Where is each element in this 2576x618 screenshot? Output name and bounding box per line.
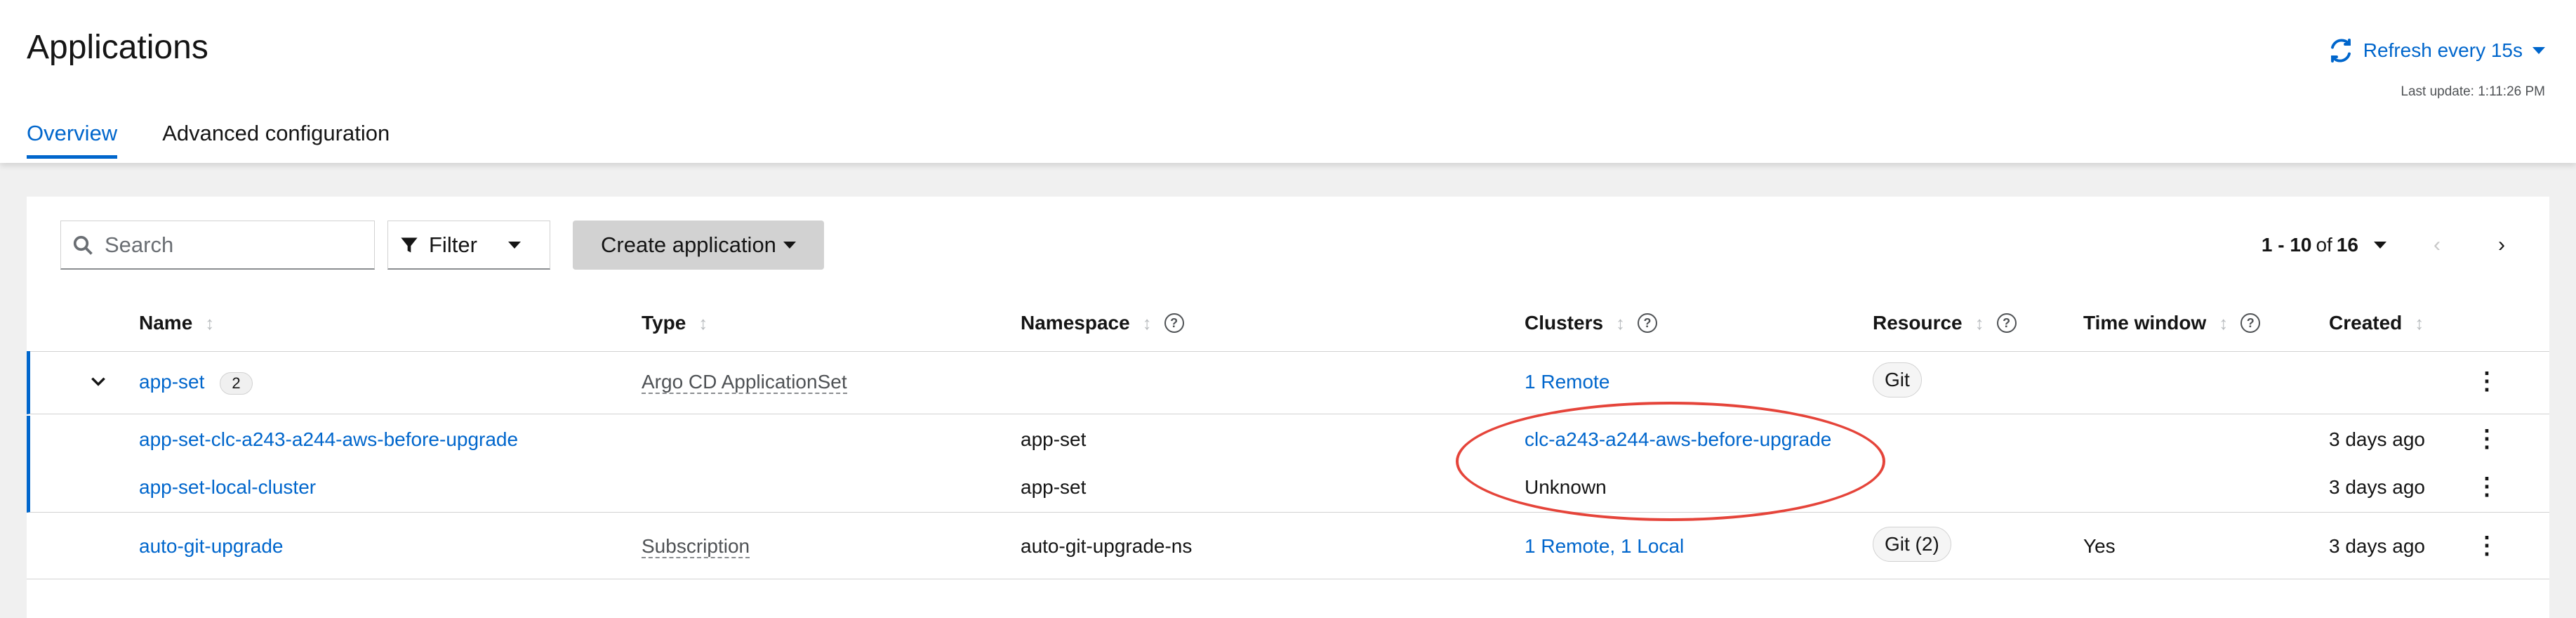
- resource-chip: Git: [1873, 362, 1922, 397]
- column-label: Clusters: [1525, 312, 1604, 334]
- tab-advanced-configuration[interactable]: Advanced configuration: [162, 121, 390, 159]
- clusters-status: Unknown: [1525, 476, 1607, 498]
- sort-icon: ↕: [1616, 312, 1626, 334]
- kebab-icon[interactable]: ⋮: [2475, 427, 2499, 451]
- created-time: 3 days ago: [2329, 535, 2425, 557]
- chevron-down-icon[interactable]: [89, 372, 107, 390]
- column-label: Type: [642, 312, 686, 334]
- column-header-namespace[interactable]: Namespace ↕?: [1021, 312, 1184, 334]
- column-header-resource[interactable]: Resource ↕?: [1873, 312, 2017, 334]
- filter-dropdown[interactable]: Filter: [387, 221, 550, 270]
- create-application-button[interactable]: Create application: [573, 221, 824, 270]
- filter-label: Filter: [429, 232, 477, 257]
- clusters-link[interactable]: 1 Remote: [1525, 371, 1609, 393]
- page-title: Applications: [27, 29, 208, 66]
- sort-icon: ↕: [205, 312, 215, 334]
- per-page-toggle[interactable]: [2374, 242, 2386, 249]
- sort-icon: ↕: [2219, 312, 2229, 334]
- last-update-text: Last update: 1:11:26 PM: [2401, 84, 2545, 99]
- column-header-name[interactable]: Name ↕: [139, 312, 214, 334]
- column-label: Time window: [2083, 312, 2207, 334]
- app-namespace: app-set: [1021, 476, 1087, 498]
- help-icon[interactable]: ?: [1996, 313, 2017, 333]
- column-label: Created: [2329, 312, 2403, 334]
- app-name-link[interactable]: auto-git-upgrade: [139, 535, 283, 558]
- app-name-link[interactable]: app-set: [139, 371, 204, 393]
- column-label: Name: [139, 312, 193, 334]
- app-type: Argo CD ApplicationSet: [642, 371, 847, 394]
- filter-icon: [401, 237, 418, 252]
- column-header-clusters[interactable]: Clusters ↕?: [1525, 312, 1658, 334]
- column-header-time-window[interactable]: Time window ↕?: [2083, 312, 2261, 334]
- app-namespace: app-set: [1021, 428, 1087, 450]
- clusters-link[interactable]: clc-a243-a244-aws-before-upgrade: [1525, 428, 1831, 451]
- pagination-range: 1 - 10: [2261, 234, 2312, 256]
- help-icon[interactable]: ?: [1164, 313, 1184, 333]
- table-toolbar: Filter Create application 1 - 10 of 16 ‹…: [60, 221, 2516, 274]
- column-label: Resource: [1873, 312, 1963, 334]
- search-input[interactable]: [103, 231, 359, 258]
- app-name-link[interactable]: app-set-local-cluster: [139, 476, 316, 499]
- resource-chip: Git (2): [1873, 527, 1951, 562]
- table-row: auto-git-upgrade Subscription auto-git-u…: [27, 514, 2549, 579]
- sort-icon: ↕: [1974, 312, 1984, 334]
- app-type: Subscription: [642, 535, 750, 558]
- count-badge: 2: [220, 372, 253, 395]
- created-time: 3 days ago: [2329, 428, 2425, 450]
- app-name-link[interactable]: app-set-clc-a243-a244-aws-before-upgrade: [139, 428, 518, 451]
- column-label: Namespace: [1021, 312, 1130, 334]
- time-window-value: Yes: [2083, 535, 2116, 557]
- next-page-button[interactable]: ›: [2488, 233, 2516, 257]
- table-row: app-set 2 Argo CD ApplicationSet 1 Remote…: [27, 351, 2549, 414]
- column-header-created[interactable]: Created ↕: [2329, 312, 2424, 334]
- help-icon[interactable]: ?: [2240, 313, 2261, 333]
- sync-icon: [2330, 39, 2351, 63]
- previous-page-button[interactable]: ‹: [2423, 233, 2451, 257]
- page-header: Applications Refresh every 15s Last upda…: [0, 0, 2576, 163]
- kebab-icon[interactable]: ⋮: [2475, 475, 2499, 499]
- search-box[interactable]: [60, 221, 375, 270]
- applications-table-card: Filter Create application 1 - 10 of 16 ‹…: [27, 197, 2549, 618]
- table-row: app-set-local-cluster app-set Unknown 3 …: [27, 464, 2549, 513]
- kebab-icon[interactable]: ⋮: [2475, 534, 2499, 558]
- pagination-total: 16: [2336, 234, 2358, 256]
- tab-bar: Overview Advanced configuration: [27, 121, 390, 159]
- table-row: app-set-clc-a243-a244-aws-before-upgrade…: [27, 416, 2549, 464]
- help-icon[interactable]: ?: [1638, 313, 1658, 333]
- tab-overview[interactable]: Overview: [27, 121, 118, 159]
- refresh-dropdown[interactable]: Refresh every 15s: [2328, 38, 2545, 63]
- pagination: 1 - 10 of 16 ‹ ›: [2262, 221, 2516, 270]
- sort-icon: ↕: [698, 312, 708, 334]
- table-header: Name ↕ Type ↕ Namespace ↕? Clusters ↕? Resou…: [27, 296, 2549, 352]
- pagination-of: of: [2316, 234, 2332, 256]
- create-application-label: Create application: [601, 232, 776, 257]
- created-time: 3 days ago: [2329, 476, 2425, 498]
- kebab-icon[interactable]: ⋮: [2475, 369, 2499, 393]
- refresh-label: Refresh every 15s: [2363, 39, 2523, 61]
- search-icon: [73, 235, 93, 255]
- caret-down-icon: [2532, 47, 2545, 54]
- clusters-link[interactable]: 1 Remote, 1 Local: [1525, 535, 1684, 558]
- sort-icon: ↕: [1142, 312, 1152, 334]
- caret-down-icon: [783, 242, 796, 249]
- caret-down-icon: [507, 241, 521, 249]
- sort-icon: ↕: [2415, 312, 2424, 334]
- column-header-type[interactable]: Type ↕: [642, 312, 708, 334]
- app-namespace: auto-git-upgrade-ns: [1021, 535, 1193, 557]
